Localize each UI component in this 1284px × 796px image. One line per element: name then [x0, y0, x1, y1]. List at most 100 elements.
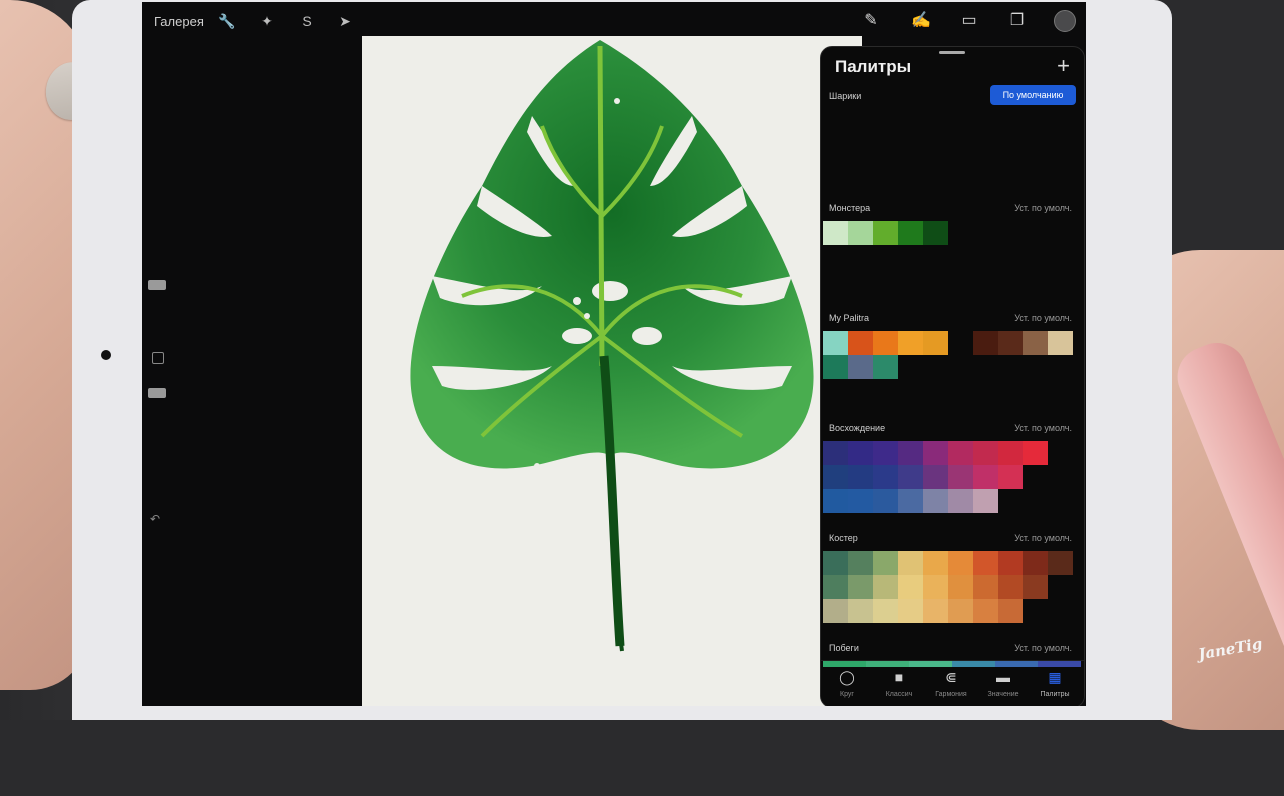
color-swatch[interactable]	[823, 489, 848, 513]
panel-grab-handle[interactable]	[939, 51, 965, 54]
color-swatch[interactable]	[948, 551, 973, 575]
transform-arrow-icon[interactable]: ➤	[336, 12, 354, 30]
color-swatch[interactable]	[948, 465, 973, 489]
color-swatch[interactable]	[998, 441, 1023, 465]
color-swatch[interactable]	[948, 489, 973, 513]
color-swatch[interactable]	[823, 599, 848, 623]
color-swatch[interactable]	[923, 441, 948, 465]
set-default-link[interactable]: Уст. по умолч.	[1014, 313, 1072, 323]
brush-icon[interactable]: ✎	[860, 10, 882, 32]
color-swatch[interactable]	[973, 441, 998, 465]
color-swatch[interactable]	[823, 221, 848, 245]
color-swatch[interactable]	[848, 599, 873, 623]
color-swatch[interactable]	[1023, 575, 1048, 599]
color-swatch[interactable]	[909, 661, 952, 667]
color-swatch[interactable]	[973, 331, 998, 355]
color-swatch[interactable]	[973, 489, 998, 513]
tab-palettes[interactable]: ▦ Палитры	[1029, 661, 1081, 706]
color-swatch[interactable]	[952, 661, 995, 667]
color-swatch[interactable]	[898, 221, 923, 245]
color-swatch[interactable]	[848, 221, 873, 245]
color-swatch[interactable]	[973, 575, 998, 599]
color-swatch[interactable]	[998, 551, 1023, 575]
color-swatch[interactable]	[898, 551, 923, 575]
magic-wand-icon[interactable]: ✦	[258, 12, 276, 30]
color-swatch[interactable]	[923, 489, 948, 513]
eraser-icon[interactable]: ▭	[958, 10, 980, 32]
tab-classic[interactable]: ■ Классич	[873, 661, 925, 706]
tab-disc[interactable]: ◯ Круг	[821, 661, 873, 706]
color-swatch[interactable]	[873, 355, 898, 379]
default-palette-button[interactable]: По умолчанию	[990, 85, 1076, 105]
set-default-link[interactable]: Уст. по умолч.	[1014, 423, 1072, 433]
color-swatch[interactable]	[823, 355, 848, 379]
color-swatch[interactable]	[1048, 551, 1073, 575]
color-swatch[interactable]	[823, 575, 848, 599]
color-swatch[interactable]	[848, 551, 873, 575]
color-swatch[interactable]	[948, 441, 973, 465]
color-swatch[interactable]	[923, 465, 948, 489]
tab-harmony[interactable]: ⋐ Гармония	[925, 661, 977, 706]
color-swatch[interactable]	[898, 489, 923, 513]
color-swatch[interactable]	[848, 489, 873, 513]
color-picker-button[interactable]	[1054, 10, 1076, 32]
color-swatch[interactable]	[866, 661, 909, 667]
color-swatch[interactable]	[1023, 551, 1048, 575]
color-swatch[interactable]	[1048, 331, 1073, 355]
color-swatch[interactable]	[823, 441, 848, 465]
color-swatch[interactable]	[923, 575, 948, 599]
color-swatch[interactable]	[873, 221, 898, 245]
color-swatch[interactable]	[998, 331, 1023, 355]
color-swatch[interactable]	[973, 551, 998, 575]
color-swatch[interactable]	[898, 465, 923, 489]
color-swatch[interactable]	[998, 599, 1023, 623]
color-swatch[interactable]	[873, 575, 898, 599]
drawing-canvas[interactable]	[362, 36, 862, 706]
color-swatch[interactable]	[1023, 331, 1048, 355]
color-swatch[interactable]	[923, 551, 948, 575]
color-swatch[interactable]	[973, 465, 998, 489]
smudge-icon[interactable]: ✍	[910, 10, 932, 32]
color-swatch[interactable]	[823, 661, 866, 667]
color-swatch[interactable]	[998, 465, 1023, 489]
selection-icon[interactable]: S	[298, 12, 316, 30]
undo-icon[interactable]: ↶	[150, 512, 160, 526]
color-swatch[interactable]	[823, 331, 848, 355]
color-swatch[interactable]	[1038, 661, 1081, 667]
color-swatch[interactable]	[948, 575, 973, 599]
color-swatch[interactable]	[898, 331, 923, 355]
color-swatch[interactable]	[873, 599, 898, 623]
color-swatch[interactable]	[973, 599, 998, 623]
wrench-icon[interactable]: 🔧	[218, 12, 236, 30]
color-swatch[interactable]	[848, 465, 873, 489]
modify-button[interactable]	[152, 352, 164, 364]
set-default-link[interactable]: Уст. по умолч.	[1014, 643, 1072, 653]
color-swatch[interactable]	[923, 221, 948, 245]
color-swatch[interactable]	[898, 599, 923, 623]
color-swatch[interactable]	[923, 599, 948, 623]
color-swatch[interactable]	[995, 661, 1038, 667]
add-palette-icon[interactable]: +	[1057, 53, 1070, 79]
color-swatch[interactable]	[948, 599, 973, 623]
color-swatch[interactable]	[873, 331, 898, 355]
color-swatch[interactable]	[873, 551, 898, 575]
color-swatch[interactable]	[823, 465, 848, 489]
color-swatch[interactable]	[1023, 441, 1048, 465]
set-default-link[interactable]: Уст. по умолч.	[1014, 203, 1072, 213]
color-swatch[interactable]	[873, 489, 898, 513]
tab-value[interactable]: ▬ Значение	[977, 661, 1029, 706]
gallery-button[interactable]: Галерея	[154, 14, 204, 29]
color-swatch[interactable]	[823, 551, 848, 575]
color-swatch[interactable]	[848, 355, 873, 379]
color-swatch[interactable]	[898, 441, 923, 465]
color-swatch[interactable]	[848, 575, 873, 599]
layers-icon[interactable]: ❐	[1006, 10, 1028, 32]
brush-size-slider[interactable]	[148, 280, 166, 290]
color-swatch[interactable]	[848, 441, 873, 465]
color-swatch[interactable]	[848, 331, 873, 355]
opacity-slider[interactable]	[148, 388, 166, 398]
color-swatch[interactable]	[873, 441, 898, 465]
color-swatch[interactable]	[898, 575, 923, 599]
color-swatch[interactable]	[923, 331, 948, 355]
color-swatch[interactable]	[998, 575, 1023, 599]
